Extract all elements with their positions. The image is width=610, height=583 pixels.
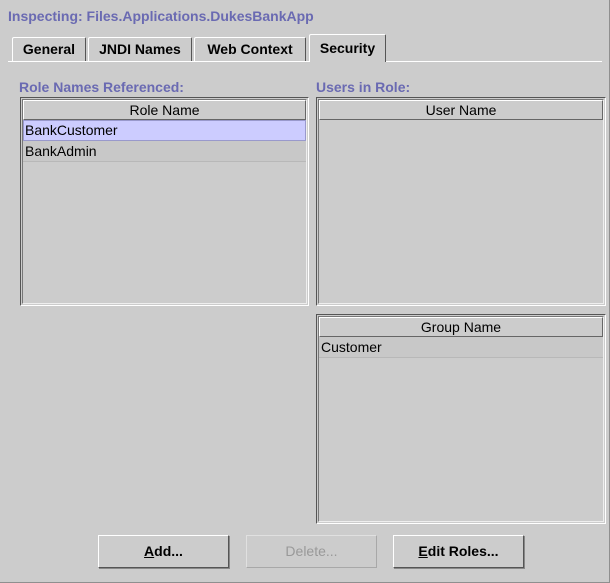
tab-general[interactable]: General xyxy=(12,37,86,61)
add-label-rest: dd... xyxy=(154,543,183,559)
tab-jndi-names[interactable]: JNDI Names xyxy=(88,37,192,61)
inspector-panel: Inspecting: Files.Applications.DukesBank… xyxy=(0,0,610,583)
edit-roles-mnemonic: E xyxy=(418,543,428,559)
role-names-table[interactable]: Role Name BankCustomer BankAdmin xyxy=(20,97,309,306)
tab-security[interactable]: Security xyxy=(309,34,386,62)
group-name-column-header[interactable]: Group Name xyxy=(319,317,603,337)
add-mnemonic: A xyxy=(144,543,155,559)
user-name-column-header[interactable]: User Name xyxy=(319,100,603,120)
table-row[interactable]: BankCustomer xyxy=(23,120,306,141)
role-name-column-header[interactable]: Role Name xyxy=(23,100,306,120)
users-in-role-table[interactable]: User Name xyxy=(316,97,606,306)
tab-divider xyxy=(8,61,602,62)
edit-roles-button[interactable]: Edit Roles... xyxy=(393,535,524,568)
users-in-role-label: Users in Role: xyxy=(316,79,411,95)
group-names-table[interactable]: Group Name Customer xyxy=(316,314,606,524)
role-names-label: Role Names Referenced: xyxy=(19,79,184,95)
edit-roles-label-rest: dit Roles... xyxy=(427,543,499,559)
delete-button[interactable]: Delete... xyxy=(246,535,377,568)
table-row[interactable]: BankAdmin xyxy=(23,141,306,162)
table-row[interactable]: Customer xyxy=(319,337,603,358)
add-button[interactable]: Add... xyxy=(98,535,229,568)
tab-web-context[interactable]: Web Context xyxy=(194,37,306,61)
delete-label: Delete... xyxy=(285,543,338,559)
inspector-title: Inspecting: Files.Applications.DukesBank… xyxy=(8,8,314,24)
